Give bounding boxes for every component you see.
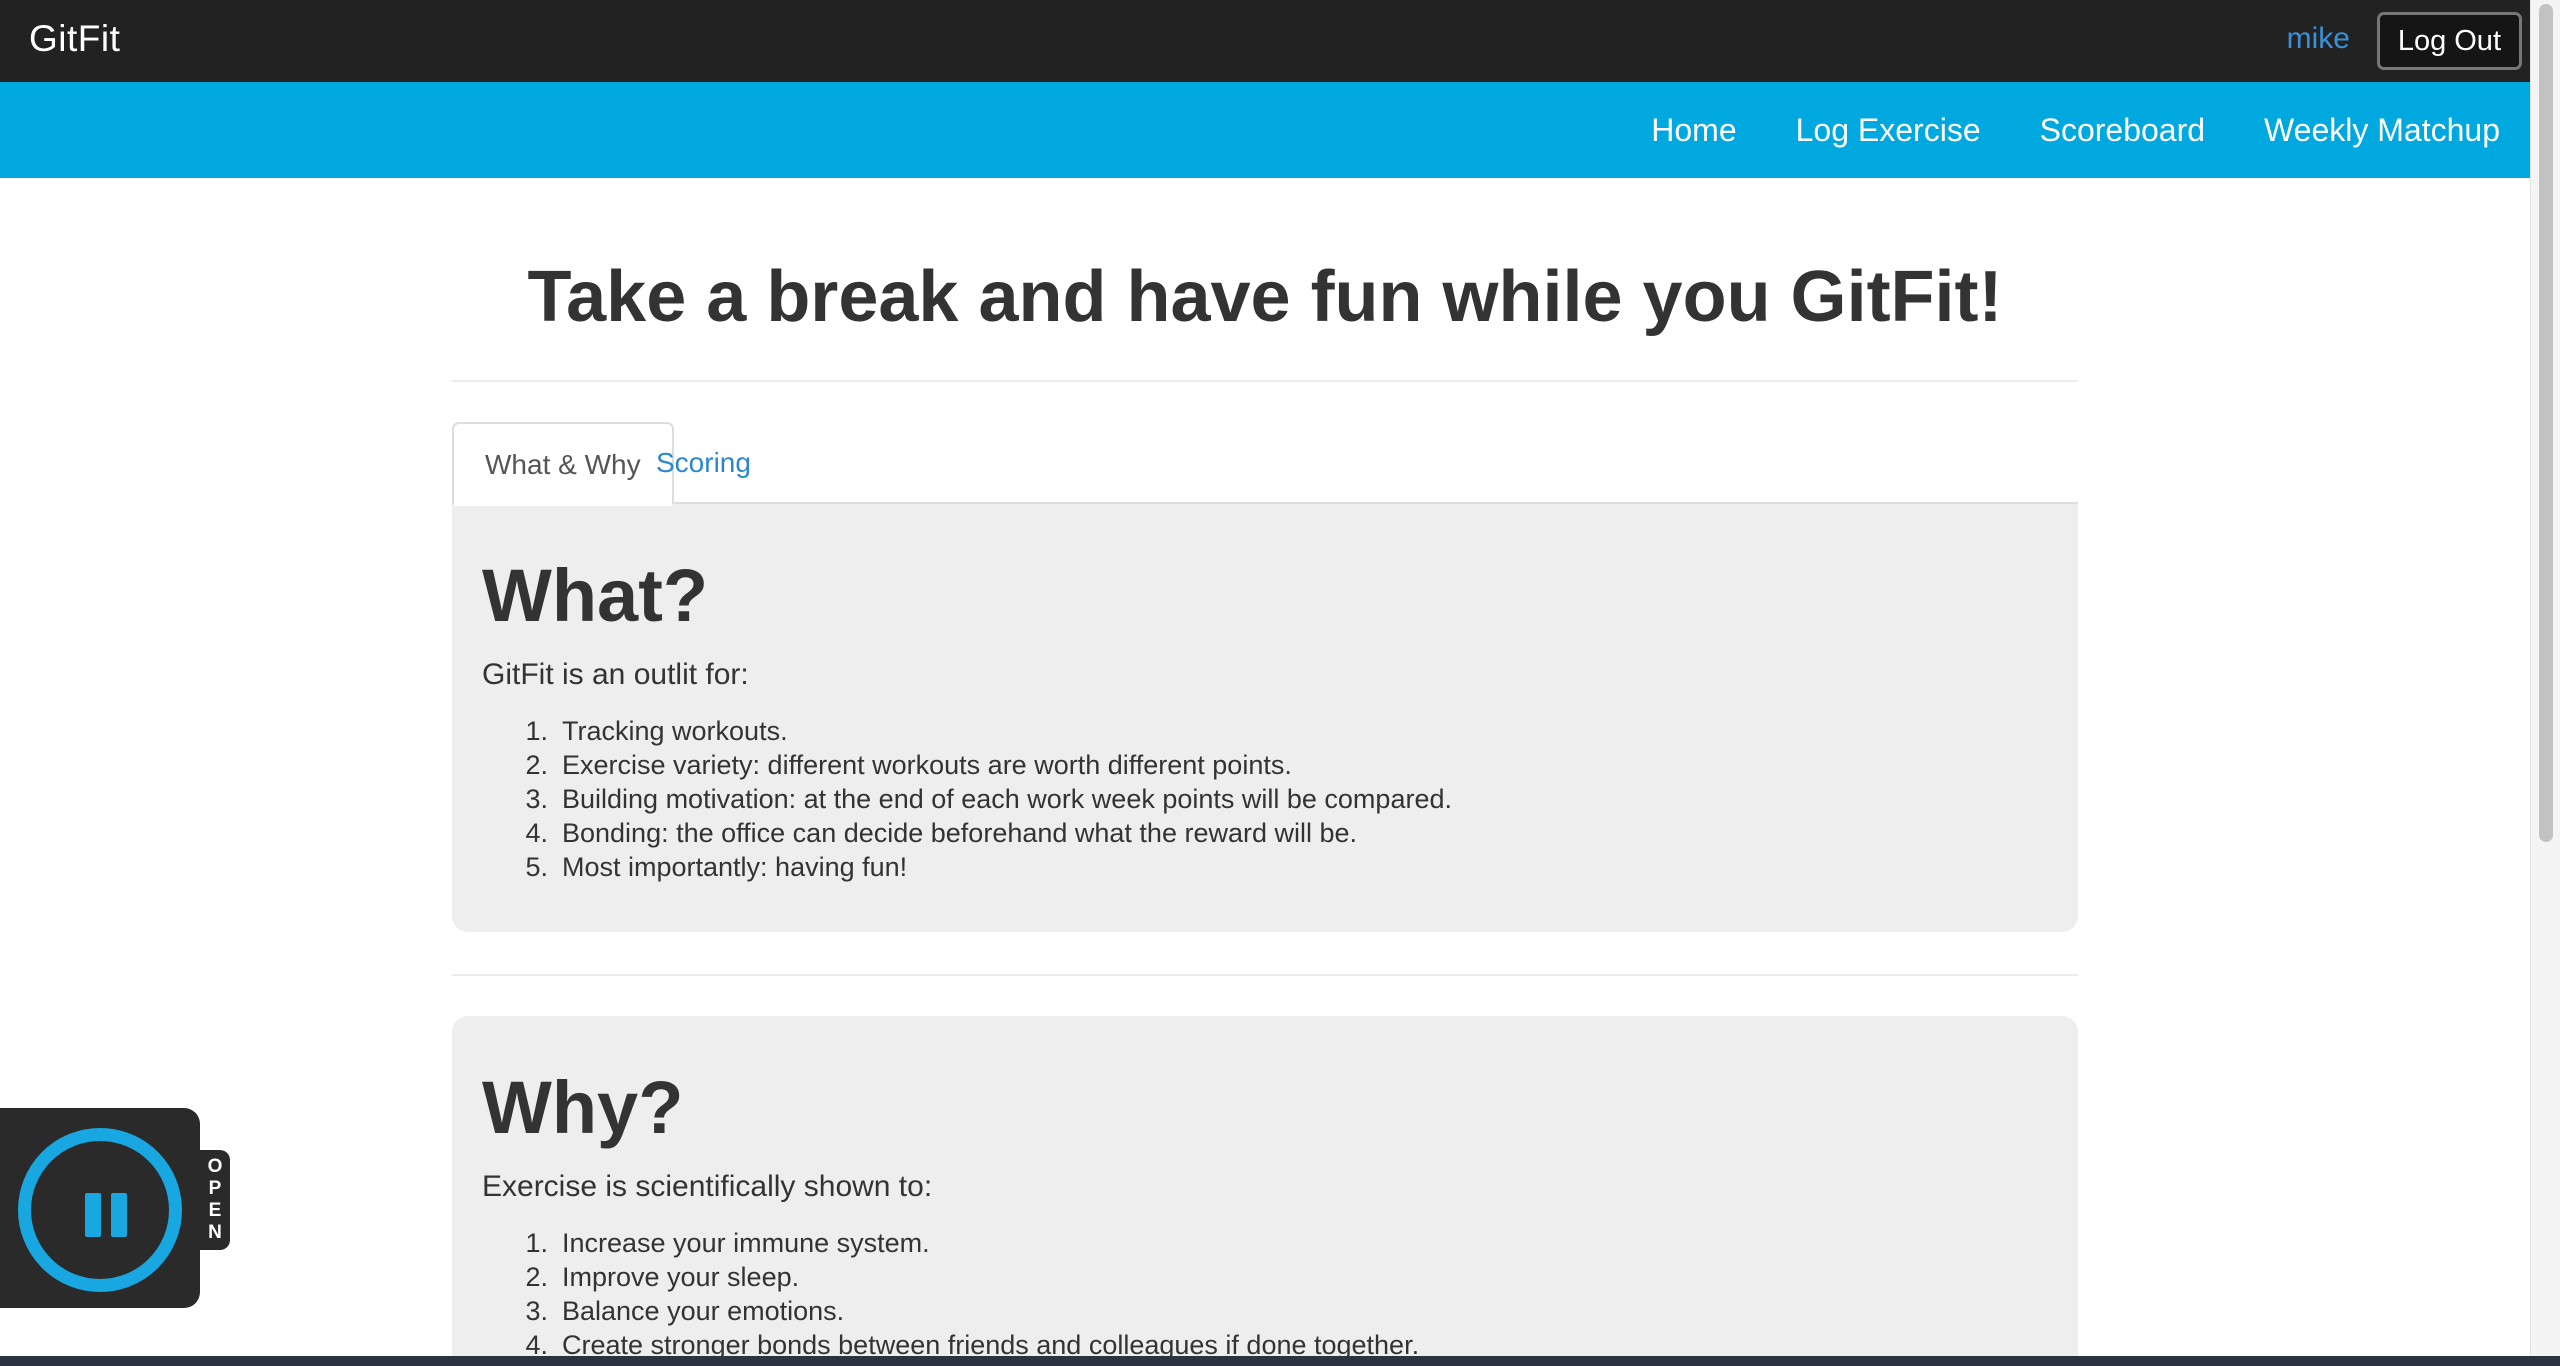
- list-item: 2. Improve your sleep.: [525, 1262, 800, 1292]
- tab-scoring[interactable]: Scoring: [625, 422, 782, 506]
- recorder-open-tab[interactable]: OPEN: [200, 1150, 230, 1250]
- recorder-widget[interactable]: [0, 1108, 200, 1308]
- list-item: 1. Tracking workouts.: [525, 716, 788, 746]
- nav-item-home[interactable]: Home: [1651, 112, 1736, 149]
- main-nav: Home Log Exercise Scoreboard Weekly Matc…: [0, 82, 2530, 178]
- scrollbar-thumb[interactable]: [2539, 4, 2553, 842]
- list-item: 3. Building motivation: at the end of eac…: [525, 784, 1452, 814]
- why-heading: Why?: [482, 1066, 684, 1149]
- top-bar: GitFit mike Log Out: [0, 0, 2530, 82]
- brand-logo[interactable]: GitFit: [29, 18, 120, 60]
- what-lead: GitFit is an outlit for:: [482, 658, 749, 691]
- what-list: 1. Tracking workouts. 2. Exercise variety:…: [482, 714, 2048, 884]
- logout-button[interactable]: Log Out: [2376, 12, 2522, 70]
- why-panel: Why? Exercise is scientifically shown to…: [452, 1016, 2078, 1356]
- what-panel: What? GitFit is an outlit for: 1. Trackin…: [452, 504, 2078, 932]
- main-content: Take a break and have fun while you GitF…: [452, 178, 2078, 1356]
- tab-bar: What & Why Scoring: [452, 422, 2078, 506]
- nav-items: Home Log Exercise Scoreboard Weekly Matc…: [1651, 82, 2500, 178]
- list-item: 5. Most importantly: having fun!: [525, 852, 908, 882]
- open-label: OPEN: [207, 1156, 223, 1243]
- list-item: 2. Exercise variety: different workouts a…: [525, 750, 1292, 780]
- list-item: 4. Bonding: the office can decide beforeh…: [525, 818, 1358, 848]
- browser-viewport: GitFit mike Log Out Home Log Exercise Sc…: [0, 0, 2560, 1356]
- nav-item-log-exercise[interactable]: Log Exercise: [1796, 112, 1981, 149]
- why-lead: Exercise is scientifically shown to:: [482, 1170, 933, 1203]
- page-title: Take a break and have fun while you GitF…: [527, 257, 2003, 337]
- list-item: 1. Increase your immune system.: [525, 1228, 930, 1258]
- username-link[interactable]: mike: [2287, 22, 2350, 56]
- vertical-scrollbar[interactable]: [2530, 0, 2560, 1356]
- nav-item-scoreboard[interactable]: Scoreboard: [2040, 112, 2205, 149]
- list-item: 3. Balance your emotions.: [525, 1296, 845, 1326]
- what-heading: What?: [482, 554, 709, 637]
- pause-icon[interactable]: [18, 1128, 182, 1292]
- nav-item-weekly-matchup[interactable]: Weekly Matchup: [2264, 112, 2500, 149]
- divider: [452, 380, 2078, 382]
- divider: [452, 974, 2078, 976]
- why-list: 1. Increase your immune system. 2. Improve…: [482, 1226, 2048, 1356]
- list-item: 4. Create stronger bonds between friends …: [525, 1330, 1420, 1356]
